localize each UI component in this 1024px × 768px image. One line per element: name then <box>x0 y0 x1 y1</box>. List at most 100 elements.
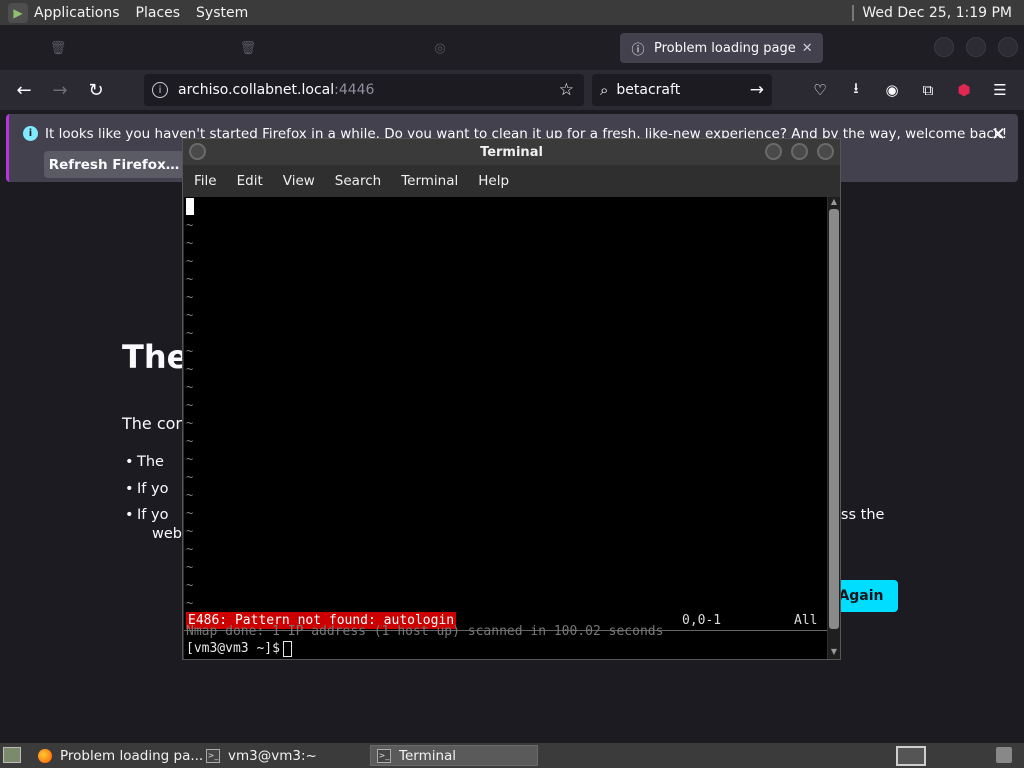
scrollbar-thumb[interactable] <box>829 209 839 629</box>
tab-3[interactable]: ◎ <box>432 33 456 63</box>
back-arrow-icon[interactable]: ← <box>12 78 36 102</box>
terminal-window[interactable]: Terminal File Edit View Search Terminal … <box>182 138 841 660</box>
vim-tilde: ~ <box>186 380 194 394</box>
vim-tilde: ~ <box>186 272 194 286</box>
vim-tilde: ~ <box>186 236 194 250</box>
tab-strip: 🗑 🗑 ◎ ⓘ Problem loading page ✕ <box>0 25 1024 70</box>
navigation-bar: ← → ↻ i archiso.collabnet.local :4446 ☆ … <box>0 70 1024 110</box>
vim-tilde: ~ <box>186 560 194 574</box>
tab-problem-loading[interactable]: ⓘ Problem loading page ✕ <box>620 33 823 63</box>
trash-icon[interactable] <box>996 747 1012 763</box>
vim-tilde: ~ <box>186 434 194 448</box>
menu-help[interactable]: Help <box>478 173 509 189</box>
task-vm3-terminal[interactable]: >_ vm3@vm3:~ <box>200 745 323 766</box>
task-terminal[interactable]: >_ Terminal <box>370 745 538 766</box>
gnome-logo-icon[interactable]: ▶ <box>8 2 28 23</box>
vim-tilde: ~ <box>186 254 194 268</box>
show-desktop-icon[interactable] <box>3 747 21 763</box>
tab-label: Problem loading page <box>654 40 796 56</box>
downloads-icon[interactable]: ⭳ <box>846 79 866 100</box>
vim-tilde: ~ <box>186 326 194 340</box>
workspace-switcher[interactable] <box>896 746 926 766</box>
shell-prompt-line: [vm3@vm3 ~]$ <box>186 640 292 657</box>
minimize-button[interactable] <box>765 143 782 160</box>
error-bullet: If yo <box>125 507 169 523</box>
tab-2[interactable]: 🗑 <box>240 33 264 63</box>
places-menu[interactable]: Places <box>136 5 181 21</box>
menu-search[interactable]: Search <box>335 173 381 189</box>
terminal-icon: >_ <box>206 748 220 763</box>
bookmark-star-icon[interactable]: ☆ <box>559 80 574 100</box>
vim-tilde: ~ <box>186 452 194 466</box>
system-menu[interactable]: System <box>196 5 248 21</box>
pocket-icon[interactable]: ♡ <box>810 80 830 100</box>
url-host: archiso.collabnet.local <box>178 82 335 98</box>
ublock-origin-icon[interactable]: ⬢ <box>954 80 974 100</box>
menu-terminal[interactable]: Terminal <box>401 173 458 189</box>
vim-tilde: ~ <box>186 308 194 322</box>
maximize-button[interactable] <box>966 37 986 57</box>
url-bar[interactable]: i archiso.collabnet.local :4446 ☆ <box>144 74 584 106</box>
search-bar[interactable]: ⌕ betacraft → <box>592 74 772 106</box>
terminal-screen[interactable]: ~ ~ ~ ~ ~ ~ ~ ~ ~ ~ ~ ~ ~ ~ ~ ~ ~ ~ ~ ~ ~ ~ E486: Pattern not… <box>184 197 827 659</box>
loading-icon: ◎ <box>434 40 446 56</box>
bottom-taskbar: Problem loading pa... >_ vm3@vm3:~ >_ Te… <box>0 743 1024 768</box>
terminal-title: Terminal <box>480 144 543 160</box>
vim-cursor-position: 0,0-1 <box>682 613 722 628</box>
error-bullet: The <box>125 454 164 470</box>
vim-tilde: ~ <box>186 344 194 358</box>
applications-menu[interactable]: Applications <box>34 5 120 21</box>
vim-tilde: ~ <box>186 542 194 556</box>
forward-arrow-icon[interactable]: → <box>48 78 72 102</box>
tab-1[interactable]: 🗑 <box>50 33 74 63</box>
search-go-arrow-icon[interactable]: → <box>750 80 764 100</box>
vim-tilde: ~ <box>186 218 194 232</box>
window-menu-button[interactable] <box>189 143 206 160</box>
url-port: :4446 <box>334 82 375 98</box>
trash-icon: 🗑 <box>49 40 67 56</box>
tab-close-icon[interactable]: ✕ <box>802 41 813 56</box>
hamburger-menu-icon[interactable]: ☰ <box>990 80 1010 100</box>
terminal-titlebar[interactable]: Terminal <box>183 139 840 165</box>
task-label: vm3@vm3:~ <box>228 747 317 764</box>
extensions-icon[interactable]: ⧉ <box>918 80 938 100</box>
close-window-button[interactable] <box>998 37 1018 57</box>
vim-tilde: ~ <box>186 524 194 538</box>
vim-tilde: ~ <box>186 506 194 520</box>
scroll-down-arrow-icon[interactable]: ▼ <box>829 647 839 656</box>
vim-tilde: ~ <box>186 398 194 412</box>
terminal-scrollbar[interactable]: ▲ ▼ <box>828 197 840 659</box>
search-value: betacraft <box>616 82 681 98</box>
previous-output: Nmap done: 1 IP address (1 host up) scan… <box>186 624 664 639</box>
reload-icon[interactable]: ↻ <box>84 78 108 102</box>
menu-edit[interactable]: Edit <box>237 173 263 189</box>
vim-tilde: ~ <box>186 596 194 610</box>
menu-file[interactable]: File <box>194 173 217 189</box>
terminal-menubar: File Edit View Search Terminal Help <box>183 165 840 197</box>
minimize-button[interactable] <box>934 37 954 57</box>
menu-view[interactable]: View <box>283 173 315 189</box>
refresh-firefox-button[interactable]: Refresh Firefox… <box>44 151 184 178</box>
close-icon[interactable]: ✕ <box>991 124 1006 145</box>
panel-separator <box>852 4 855 21</box>
terminal-icon: >_ <box>377 748 391 763</box>
vim-tilde: ~ <box>186 290 194 304</box>
site-info-icon[interactable]: i <box>152 82 168 98</box>
error-intro: The con <box>122 414 186 433</box>
vim-tilde: ~ <box>186 362 194 376</box>
maximize-button[interactable] <box>791 143 808 160</box>
firefox-icon <box>38 748 52 763</box>
top-panel: ▶ Applications Places System Wed Dec 25,… <box>0 0 1024 25</box>
clock[interactable]: Wed Dec 25, 1:19 PM <box>862 5 1012 21</box>
close-window-button[interactable] <box>817 143 834 160</box>
task-label: Problem loading pa... <box>60 747 204 764</box>
shell-prompt: [vm3@vm3 ~]$ <box>186 641 280 656</box>
error-bullet-continuation: web <box>152 526 182 542</box>
account-icon[interactable]: ◉ <box>882 80 902 100</box>
info-icon: ⓘ <box>631 42 645 58</box>
error-title: The <box>122 338 189 376</box>
vim-scroll-indicator: All <box>794 613 818 628</box>
vim-cursor <box>186 198 194 215</box>
task-firefox[interactable]: Problem loading pa... <box>32 745 209 766</box>
scroll-up-arrow-icon[interactable]: ▲ <box>829 197 839 206</box>
